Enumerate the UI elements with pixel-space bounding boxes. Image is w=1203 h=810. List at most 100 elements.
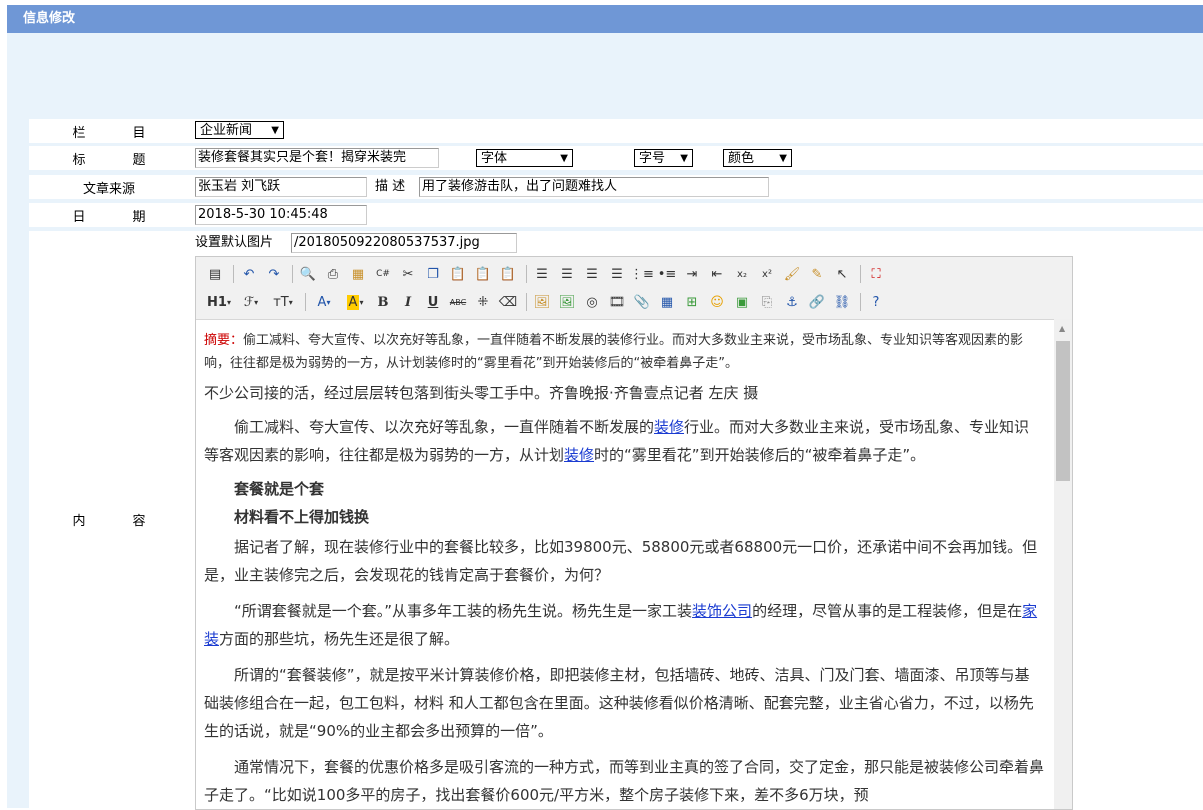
paste-word-icon[interactable]: 📋 — [497, 263, 519, 285]
bold-icon[interactable]: B — [372, 291, 394, 313]
heading-materials: 材料看不上得加钱换 — [234, 508, 370, 526]
paste-text-icon[interactable]: 📋 — [472, 263, 494, 285]
italic-icon[interactable]: I — [397, 291, 419, 313]
template-icon[interactable]: ▦ — [347, 263, 369, 285]
content-label: 内容 — [29, 231, 189, 808]
paragraph-1: 偷工减料、夸大宣传、以次充好等乱象，一直伴随着不断发展的装修行业。而对大多数业主… — [204, 418, 1030, 464]
paragraph-2: 据记者了解，现在装修行业中的套餐比较多，比如39800元、58800元或者688… — [204, 538, 1038, 584]
description-input[interactable]: 用了装修游击队，出了问题难找人 — [419, 177, 769, 197]
emoticon-icon[interactable]: ☺ — [706, 291, 728, 313]
row-title: 标题 装修套餐其实只是个套！揭穿米装完 字体 ▼ 字号 ▼ 颜色 ▼ — [29, 146, 1203, 170]
scrollbar-thumb[interactable] — [1056, 341, 1070, 481]
indent-icon[interactable]: ⇥ — [681, 263, 703, 285]
outdent-icon[interactable]: ⇤ — [706, 263, 728, 285]
editor-document[interactable]: 摘要： 偷工减料、夸大宣传、以次充好等乱象，一直伴随着不断发展的装修行业。而对大多… — [204, 329, 1044, 809]
link-decoration-2[interactable]: 装修 — [564, 446, 594, 464]
subscript-icon[interactable]: x₂ — [731, 263, 753, 285]
insert-table-icon[interactable]: ▦ — [656, 291, 678, 313]
link-icon[interactable]: 🔗 — [806, 291, 828, 313]
image-map-icon[interactable]: ▣ — [731, 291, 753, 313]
editor-scrollbar[interactable]: ▲ — [1054, 319, 1072, 809]
page-title-bar: 信息修改 — [7, 5, 1203, 33]
insert-flash-icon[interactable]: ◎ — [581, 291, 603, 313]
heading-package: 套餐就是个套 — [234, 480, 325, 498]
redo-icon[interactable]: ↷ — [263, 263, 285, 285]
link-decoration[interactable]: 装修 — [654, 418, 684, 436]
font-select[interactable]: 字体 ▼ — [476, 149, 573, 167]
date-field-cell: 2018-5-30 10:45:48 — [195, 203, 1203, 227]
image-row: 设置默认图片 /201805092208053­7537.jpg — [195, 231, 1203, 256]
font-color-icon[interactable]: A ▾ — [310, 291, 338, 313]
column-select[interactable]: 企业新闻 ▼ — [195, 121, 284, 139]
clear-format-icon[interactable]: ✎ — [806, 263, 828, 285]
insert-image-icon[interactable]: 🖼 — [531, 291, 553, 313]
justify-icon[interactable]: ☰ — [606, 263, 628, 285]
unlink-icon[interactable]: ⛓ — [831, 291, 853, 313]
chevron-down-icon: ▼ — [680, 153, 688, 164]
toolbar-row-2: H1 ▾ ℱ ▾ тT ▾ A ▾ A ▾ B I U ABC ⁜ ⌫ 🖼 🖼 ◎ 🎞 📎… — [204, 288, 890, 316]
title-label: 标题 — [72, 152, 146, 168]
code-icon[interactable]: C# — [372, 263, 394, 285]
print-icon[interactable]: ⎙ — [322, 263, 344, 285]
underline-icon[interactable]: U — [422, 291, 444, 313]
column-field-cell: 企业新闻 ▼ — [195, 119, 1203, 143]
date-input[interactable]: 2018-5-30 10:45:48 — [195, 205, 367, 225]
align-right-icon[interactable]: ☰ — [581, 263, 603, 285]
column-label: 栏目 — [72, 125, 146, 141]
background-color-icon[interactable]: A ▾ — [341, 291, 369, 313]
chevron-down-icon: ▼ — [779, 153, 787, 164]
horizontal-rule-icon[interactable]: ⁜ — [472, 291, 494, 313]
title-input[interactable]: 装修套餐其实只是个套！揭穿米装完 — [195, 148, 439, 168]
fullscreen-icon[interactable]: ⛶ — [865, 263, 887, 285]
font-size-icon[interactable]: тT ▾ — [268, 291, 298, 313]
cut-icon[interactable]: ✂ — [397, 263, 419, 285]
default-image-label: 设置默认图片 — [195, 235, 274, 250]
ordered-list-icon[interactable]: ⋮≡ — [630, 263, 654, 285]
chevron-down-icon: ▼ — [271, 125, 279, 136]
help-icon[interactable]: ? — [865, 291, 887, 313]
title-field-cell: 装修套餐其实只是个套！揭穿米装完 字体 ▼ 字号 ▼ 颜色 ▼ — [195, 146, 1203, 170]
attachment-icon[interactable]: 📎 — [631, 291, 653, 313]
format-brush-icon[interactable]: 🖌 — [781, 263, 803, 285]
paragraph-3: “所谓套餐就是一个套。”从事多年工装的杨先生说。杨先生是一家工装装饰公司的经理，… — [204, 602, 1038, 648]
select-all-icon[interactable]: ↖ — [831, 263, 853, 285]
scroll-up-icon[interactable]: ▲ — [1059, 324, 1065, 333]
unordered-list-icon[interactable]: •≡ — [656, 263, 678, 285]
align-left-icon[interactable]: ☰ — [531, 263, 553, 285]
font-family-icon[interactable]: ℱ ▾ — [237, 291, 265, 313]
strikethrough-icon[interactable]: ABC — [447, 291, 469, 313]
eraser-icon[interactable]: ⌫ — [497, 291, 519, 313]
row-date: 日期 2018-5-30 10:45:48 — [29, 203, 1203, 227]
date-label: 日期 — [72, 209, 146, 225]
rich-text-editor: ▤ ↶ ↷ 🔍 ⎙ ▦ C# ✂ ❐ 📋 📋 📋 ☰ ☰ ☰ ☰ ⋮≡ •≡ ⇥… — [195, 256, 1073, 810]
source-icon[interactable]: ▤ — [204, 263, 226, 285]
source-input[interactable]: 张玉岩 刘飞跃 — [195, 177, 367, 197]
heading-icon[interactable]: H1 ▾ — [204, 291, 234, 313]
preview-icon[interactable]: 🔍 — [297, 263, 319, 285]
paste-icon[interactable]: 📋 — [447, 263, 469, 285]
row-source: 文章来源 张玉岩 刘飞跃 描 述 用了装修游击队，出了问题难找人 — [29, 175, 1203, 199]
insert-media-icon[interactable]: 🎞 — [606, 291, 628, 313]
color-select[interactable]: 颜色 ▼ — [723, 149, 792, 167]
page-break-icon[interactable]: ⎘ — [756, 291, 778, 313]
paragraph-4: 所谓的“套餐装修”，就是按平米计算装修价格，即把装修主材，包括墙砖、地砖、洁具、… — [204, 666, 1034, 740]
toolbar-row-1: ▤ ↶ ↷ 🔍 ⎙ ▦ C# ✂ ❐ 📋 📋 📋 ☰ ☰ ☰ ☰ ⋮≡ •≡ ⇥… — [204, 260, 890, 288]
editor-toolbar: ▤ ↶ ↷ 🔍 ⎙ ▦ C# ✂ ❐ 📋 📋 📋 ☰ ☰ ☰ ☰ ⋮≡ •≡ ⇥… — [196, 257, 1072, 320]
superscript-icon[interactable]: x² — [756, 263, 778, 285]
anchor-icon[interactable]: ⚓ — [781, 291, 803, 313]
byline-paragraph: 不少公司接的活，经过层层转包落到街头零工手中。齐鲁晚报·齐鲁壹点记者 左庆 摄 — [204, 384, 759, 402]
undo-icon[interactable]: ↶ — [238, 263, 260, 285]
align-center-icon[interactable]: ☰ — [556, 263, 578, 285]
paragraph-5: 通常情况下，套餐的优惠价格多是吸引客流的一种方式，而等到业主真的签了合同，交了定… — [204, 758, 1044, 804]
copy-icon[interactable]: ❐ — [422, 263, 444, 285]
source-label: 文章来源 — [82, 181, 135, 197]
chevron-down-icon: ▼ — [560, 153, 568, 164]
link-decoration-company[interactable]: 装饰公司 — [692, 602, 752, 620]
insert-row-icon[interactable]: ⊞ — [681, 291, 703, 313]
row-column: 栏目 企业新闻 ▼ — [29, 119, 1203, 143]
default-image-input[interactable]: /201805092208053­7537.jpg — [291, 233, 517, 253]
description-label: 描 述 — [375, 179, 406, 194]
insert-gallery-icon[interactable]: 🖼 — [556, 291, 578, 313]
summary-label: 摘要： — [204, 333, 244, 348]
size-select[interactable]: 字号 ▼ — [634, 149, 693, 167]
